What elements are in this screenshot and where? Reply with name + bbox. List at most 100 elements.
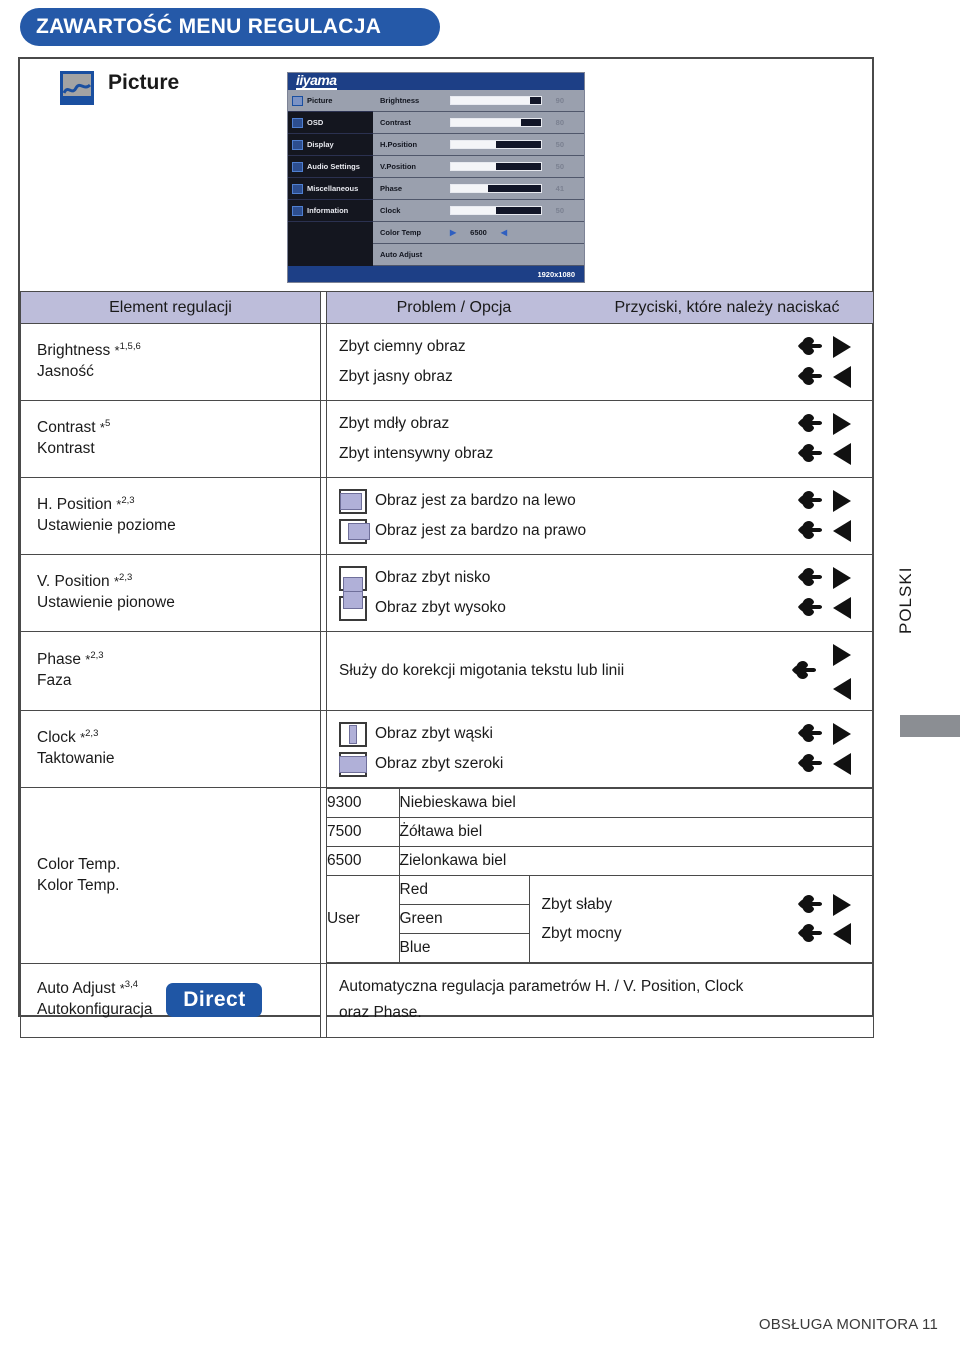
pointing-hand-icon xyxy=(798,414,822,432)
osd-option-value: 50 xyxy=(555,206,564,216)
option-text: oraz Phase. xyxy=(339,1004,422,1022)
banner-title: ZAWARTOŚĆ MENU REGULACJA xyxy=(36,15,382,38)
option-text: Obraz zbyt nisko xyxy=(375,569,491,586)
preset-desc: Zielonkawa biel xyxy=(398,846,873,876)
row-label-en: V. Position xyxy=(37,573,110,591)
color-temp-preset-row[interactable]: 9300 Niebieskawa biel xyxy=(327,788,873,818)
row-footnote: 2,3 xyxy=(90,650,104,661)
osd-option-h-position[interactable]: H.Position 50 xyxy=(373,134,584,157)
content-box: Picture iiyama Picture OSD Display Audio… xyxy=(18,57,874,1038)
osd-nav-item-audio-settings[interactable]: Audio Settings xyxy=(288,156,373,179)
h-position-slider[interactable] xyxy=(450,140,542,150)
osd-option-value: 6500 xyxy=(470,228,487,238)
row-label-contrast: Contrast *5 Kontrast xyxy=(20,400,321,478)
pointing-hand-icon xyxy=(798,337,822,355)
side-tab-mark xyxy=(900,715,960,737)
osd-icon xyxy=(292,117,303,128)
osd-option-phase[interactable]: Phase 41 xyxy=(373,178,584,201)
contrast-slider[interactable] xyxy=(450,118,542,128)
option-text: Obraz zbyt wąski xyxy=(375,725,494,742)
osd-nav-item-display[interactable]: Display xyxy=(288,134,373,157)
pointing-hand-icon xyxy=(798,491,822,509)
row-label-phase: Phase *2,3 Faza xyxy=(20,631,321,711)
osd-option-label: V.Position xyxy=(380,162,416,172)
brightness-slider[interactable] xyxy=(450,96,542,106)
chevron-left-icon[interactable]: ◀ xyxy=(501,228,507,237)
channel-green[interactable]: Green xyxy=(398,904,530,934)
osd-option-label: Brightness xyxy=(380,96,420,106)
osd-nav-item-osd[interactable]: OSD xyxy=(288,112,373,135)
osd-option-auto-adjust[interactable]: Auto Adjust xyxy=(373,244,584,267)
osd-menu-mock: iiyama Picture OSD Display Audio Setting… xyxy=(287,72,585,283)
row-label-color-temp: Color Temp. Kolor Temp. xyxy=(20,787,321,964)
osd-option-color-temp[interactable]: Color Temp ▶ 6500 ◀ xyxy=(373,222,584,245)
pointing-hand-icon xyxy=(798,568,822,586)
color-temp-preset-row[interactable]: 7500 Żółtawa biel xyxy=(327,817,873,847)
chevron-right-icon[interactable]: ▶ xyxy=(450,228,456,237)
osd-nav-item-picture[interactable]: Picture xyxy=(288,90,373,113)
osd-option-label: Clock xyxy=(380,206,401,216)
row-label-en: Clock xyxy=(37,729,76,747)
osd-option-contrast[interactable]: Contrast 80 xyxy=(373,112,584,135)
row-label-v-position: V. Position *2,3 Ustawienie pionowe xyxy=(20,554,321,632)
osd-resolution: 1920x1080 xyxy=(288,266,584,282)
option-text: Służy do korekcji migotania tekstu lub l… xyxy=(339,662,625,679)
direct-badge[interactable]: Direct xyxy=(166,983,263,1018)
osd-nav-item-information[interactable]: Information xyxy=(288,200,373,223)
page-footer: OBSŁUGA MONITORA 11 xyxy=(758,1316,938,1333)
row-footnote: 2,3 xyxy=(121,495,135,506)
v-position-slider[interactable] xyxy=(450,162,542,172)
osd-option-clock[interactable]: Clock 50 xyxy=(373,200,584,223)
row-content-clock: Obraz zbyt wąski Obraz zbyt szeroki xyxy=(326,710,874,788)
osd-option-v-position[interactable]: V.Position 50 xyxy=(373,156,584,179)
osd-nav-label: Miscellaneous xyxy=(307,184,359,194)
preset-desc: Niebieskawa biel xyxy=(398,788,873,818)
row-label-pl: Kontrast xyxy=(37,440,95,458)
left-arrow-icon xyxy=(833,443,851,465)
left-arrow-icon xyxy=(833,520,851,542)
pointing-hand-icon xyxy=(798,923,822,942)
diagram-shift-up xyxy=(339,590,367,621)
color-temp-user-row[interactable]: User Red Zbyt słaby Zbyt mocny xyxy=(327,875,873,963)
osd-option-value: 90 xyxy=(555,96,564,106)
channel-red[interactable]: Red xyxy=(398,875,530,905)
color-temp-table: 9300 Niebieskawa biel 7500 Żółtawa biel … xyxy=(327,788,873,963)
row-label-pl: Autokonfiguracja xyxy=(37,1001,153,1019)
wrench-icon xyxy=(292,183,303,194)
table-row: V. Position *2,3 Ustawienie pionowe Obra… xyxy=(20,554,874,632)
diagram-shift-down xyxy=(339,565,367,595)
table-row: Color Temp. Kolor Temp. 9300 Niebieskawa… xyxy=(20,787,874,964)
phase-slider[interactable] xyxy=(450,184,542,194)
osd-option-value: 50 xyxy=(555,140,564,150)
osd-nav-label: Display xyxy=(307,140,334,150)
left-arrow-icon xyxy=(833,753,851,775)
table-row: Auto Adjust *3,4 Autokonfiguracja Direct… xyxy=(20,963,874,1038)
clock-slider[interactable] xyxy=(450,206,542,216)
table-row: Brightness *1,5,6 Jasność Zbyt ciemny ob… xyxy=(20,323,874,401)
diagram-shift-right xyxy=(339,518,370,544)
pointing-hand-icon xyxy=(798,598,822,616)
col-header-element: Element regulacji xyxy=(20,291,321,324)
diagram-shift-left xyxy=(339,488,367,514)
row-content-h-position: Obraz jest za bardzo na lewo Obraz jest … xyxy=(326,477,874,555)
left-arrow-icon xyxy=(833,922,851,945)
osd-option-value: 41 xyxy=(555,184,564,194)
right-arrow-icon xyxy=(833,413,851,435)
col-header-problem-and-buttons: Problem / Opcja Przyciski, które należy … xyxy=(326,291,874,324)
osd-nav-item-miscellaneous[interactable]: Miscellaneous xyxy=(288,178,373,201)
row-content-brightness: Zbyt ciemny obraz Zbyt jasny obraz xyxy=(326,323,874,401)
row-label-pl: Jasność xyxy=(37,363,94,381)
channel-blue[interactable]: Blue xyxy=(398,933,530,963)
row-label-clock: Clock *2,3 Taktowanie xyxy=(20,710,321,788)
diagram-narrow xyxy=(339,721,367,747)
osd-option-brightness[interactable]: Brightness 90 xyxy=(373,90,584,113)
row-content-v-position: Obraz zbyt nisko Obraz zbyt wysoko xyxy=(326,554,874,632)
osd-option-label: Auto Adjust xyxy=(380,250,423,260)
pointing-hand-icon xyxy=(798,367,822,385)
option-text: Zbyt mdły obraz xyxy=(339,415,450,432)
color-temp-preset-row[interactable]: 6500 Zielonkawa biel xyxy=(327,846,873,876)
row-label-pl: Faza xyxy=(37,672,72,690)
option-text: Obraz zbyt szeroki xyxy=(375,755,504,772)
row-footnote: 3,4 xyxy=(124,979,139,991)
row-label-pl: Ustawienie poziome xyxy=(37,517,176,535)
